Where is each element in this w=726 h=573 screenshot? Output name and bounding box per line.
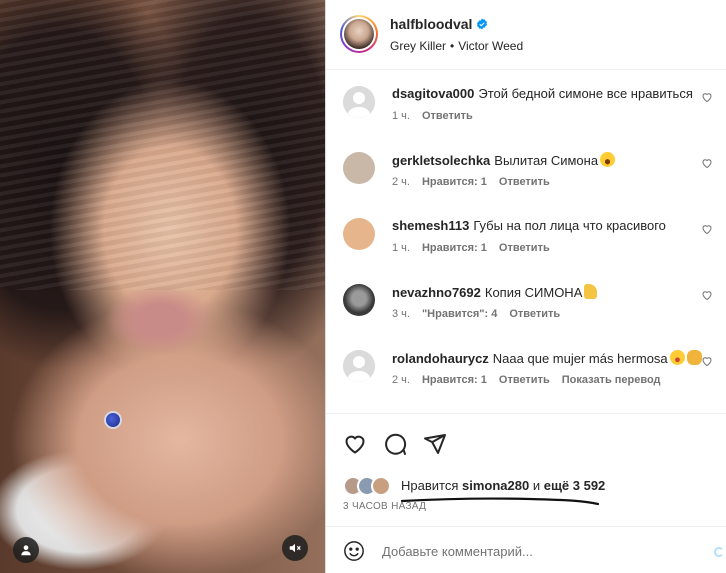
comment-username[interactable]: dsagitova000 (392, 86, 474, 101)
likes-summary: Нравится simona280 и ещё 3 592 (343, 476, 723, 506)
add-comment-bar (326, 526, 726, 573)
likes-count-text[interactable]: Нравится simona280 и ещё 3 592 (401, 478, 605, 493)
user-icon (21, 545, 31, 556)
comment-input[interactable] (382, 539, 702, 563)
thumbs-up-emoji-icon (584, 284, 598, 299)
comment-like-icon[interactable] (701, 91, 713, 103)
verified-badge-icon (477, 18, 488, 30)
comment-item: shemesh113 Губы на пол лица что красивого… (326, 203, 726, 263)
comment-time[interactable]: 1 ч. (392, 110, 410, 122)
comment-likes-count[interactable]: Нравится: 1 (422, 242, 487, 254)
audio-info[interactable]: Grey Killer • Victor Weed (390, 39, 523, 53)
underline-scribble (400, 497, 600, 506)
tagged-users-button[interactable] (13, 537, 39, 563)
comment-time[interactable]: 1 ч. (392, 242, 410, 254)
media-background (0, 0, 325, 290)
reply-button[interactable]: Ответить (509, 308, 560, 320)
share-button[interactable] (423, 432, 447, 456)
commenter-avatar[interactable] (343, 152, 375, 184)
like-button[interactable] (343, 432, 367, 456)
comment-meta: 2 ч. Нравится: 1 Ответить (392, 176, 562, 188)
comment-text: rolandohaurycz Naaa que mujer más hermosa (392, 350, 702, 366)
comment-item: gerkletsolechka Вылитая Симона 2 ч. Нравит… (326, 137, 726, 197)
comment-meta: 1 ч. Ответить (392, 110, 485, 122)
comment-likes-count[interactable]: "Нравится": 4 (422, 308, 497, 320)
comment-item (326, 401, 726, 413)
comment-meta: 1 ч. Нравится: 1 Ответить (392, 242, 562, 254)
post-media[interactable] (0, 0, 325, 573)
other-likes-count[interactable]: ещё 3 592 (544, 478, 606, 493)
comment-meta: 2 ч. Нравится: 1 Ответить Показать перевод (392, 374, 673, 386)
comment-text: shemesh113 Губы на пол лица что красивого (392, 218, 666, 233)
comment-item: nevazhno7692 Копия СИМОНА 3 ч. "Нравится":… (326, 269, 726, 329)
comment-username[interactable]: gerkletsolechka (392, 153, 490, 168)
show-translation-button[interactable]: Показать перевод (562, 374, 661, 386)
commenter-avatar[interactable] (343, 86, 375, 118)
commenter-avatar[interactable] (343, 350, 375, 382)
comment-like-icon[interactable] (701, 289, 713, 301)
comment-text: nevazhno7692 Копия СИМОНА (392, 284, 598, 300)
commenter-avatar[interactable] (343, 284, 375, 316)
comment-item: dsagitova000 Этой бедной симоне все нрави… (326, 71, 726, 131)
loading-spinner-icon (714, 547, 724, 557)
post-header: halfbloodval Grey Killer • Victor Weed (326, 0, 726, 70)
comment-like-icon[interactable] (701, 223, 713, 235)
comment-time[interactable]: 2 ч. (392, 374, 410, 386)
mute-button[interactable] (282, 535, 308, 561)
liker-avatar (371, 476, 391, 496)
audio-artist[interactable]: Grey Killer (390, 39, 446, 53)
comment-meta: 3 ч. "Нравится": 4 Ответить (392, 308, 572, 320)
liker-avatars[interactable] (343, 476, 399, 496)
reply-button[interactable]: Ответить (499, 374, 550, 386)
comment-likes-count[interactable]: Нравится: 1 (422, 176, 487, 188)
author-avatar[interactable] (340, 15, 378, 53)
clapping-emoji-icon (686, 350, 702, 365)
post-timestamp[interactable]: 3 ЧАСОВ НАЗАД (343, 501, 426, 512)
astonished-emoji-icon (600, 152, 616, 167)
share-icon (424, 434, 446, 454)
comment-time[interactable]: 3 ч. (392, 308, 410, 320)
smiley-icon (344, 541, 364, 561)
comment-icon (385, 433, 407, 455)
comment-username[interactable]: shemesh113 (392, 218, 469, 233)
reply-button[interactable]: Ответить (422, 110, 473, 122)
comment-username[interactable]: rolandohaurycz (392, 351, 489, 366)
comment-time[interactable]: 2 ч. (392, 176, 410, 188)
author-username[interactable]: halfbloodval (390, 16, 488, 32)
star-struck-emoji-icon (669, 350, 685, 365)
comment-likes-count[interactable]: Нравится: 1 (422, 374, 487, 386)
comments-list[interactable]: dsagitova000 Этой бедной симоне все нрави… (326, 71, 726, 413)
emoji-picker-button[interactable] (343, 540, 365, 562)
comment-item: rolandohaurycz Naaa que mujer más hermosa… (326, 335, 726, 395)
comment-like-icon[interactable] (701, 355, 713, 367)
comment-like-icon[interactable] (701, 157, 713, 169)
comment-button[interactable] (383, 432, 407, 456)
comment-text: gerkletsolechka Вылитая Симона (392, 152, 616, 168)
comment-text: dsagitova000 Этой бедной симоне все нрави… (392, 86, 693, 101)
speaker-muted-icon (289, 543, 301, 553)
ring-detail (104, 411, 122, 429)
comment-username[interactable]: nevazhno7692 (392, 285, 481, 300)
audio-track[interactable]: Victor Weed (458, 39, 523, 53)
post-panel: halfbloodval Grey Killer • Victor Weed dsa… (325, 0, 726, 573)
heart-icon (345, 435, 365, 454)
reply-button[interactable]: Ответить (499, 242, 550, 254)
actions-divider (326, 413, 726, 414)
liker-username[interactable]: simona280 (462, 478, 529, 493)
commenter-avatar[interactable] (343, 218, 375, 250)
reply-button[interactable]: Ответить (499, 176, 550, 188)
